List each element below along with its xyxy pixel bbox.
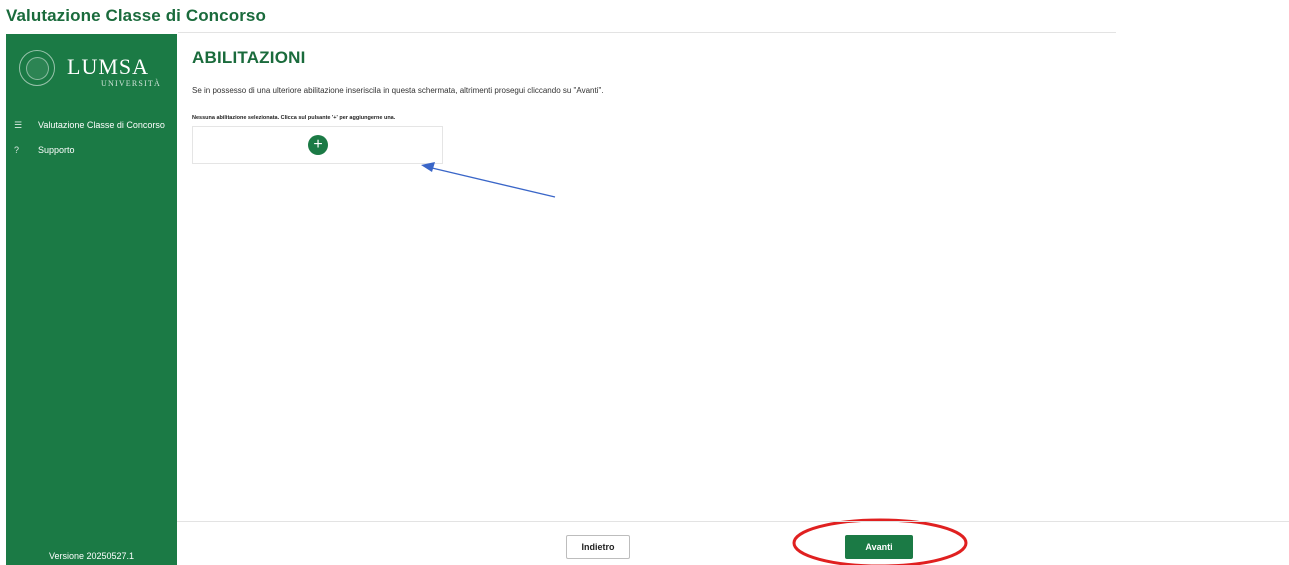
sidebar-item-label: Valutazione Classe di Concorso [38, 120, 165, 130]
main-content: ABILITAZIONI Se in possesso di una ulter… [192, 48, 604, 164]
footer-divider [177, 521, 1289, 522]
sidebar-item-supporto[interactable]: ? Supporto [14, 145, 75, 161]
sidebar-item-label: Supporto [38, 145, 75, 155]
logo-subtitle: UNIVERSITÀ [101, 79, 161, 88]
empty-state-message: Nessuna abilitazione selezionata. Clicca… [192, 115, 396, 121]
annotation-overlay [421, 162, 968, 565]
add-button[interactable]: + [308, 135, 328, 155]
university-seal-icon [19, 50, 55, 86]
list-icon: ☰ [14, 120, 23, 130]
sidebar: LUMSA UNIVERSITÀ ☰ Valutazione Classe di … [6, 34, 177, 565]
page-title: ABILITAZIONI [192, 48, 306, 67]
app-title: Valutazione Classe di Concorso [6, 6, 266, 25]
back-button[interactable]: Indietro [566, 535, 630, 559]
lumsa-logo[interactable]: LUMSA UNIVERSITÀ [19, 50, 169, 90]
version-label: Versione 20250527.1 [48, 551, 135, 561]
help-icon: ? [14, 145, 20, 155]
next-button[interactable]: Avanti [845, 535, 913, 559]
sidebar-item-valutazione[interactable]: ☰ Valutazione Classe di Concorso [14, 120, 165, 136]
logo-name: LUMSA [67, 54, 150, 79]
add-abilitazione-card: + [192, 126, 443, 164]
header-divider [178, 32, 1116, 33]
intro-text: Se in possesso di una ulteriore abilitaz… [192, 86, 604, 95]
annotation-arrow [421, 162, 556, 198]
